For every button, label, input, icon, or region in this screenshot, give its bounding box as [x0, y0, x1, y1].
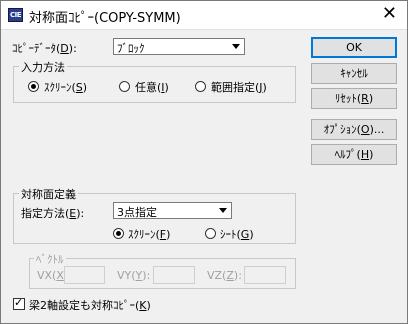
- check-icon: ✓: [14, 296, 24, 309]
- help-button[interactable]: ﾍﾙﾌﾟ(H): [311, 144, 397, 165]
- radio-plane-screen[interactable]: [113, 228, 124, 239]
- symmetry-plane-title: 対称面定義: [19, 186, 78, 202]
- radio-arbitrary-label[interactable]: 任意(I): [135, 79, 169, 95]
- reset-button[interactable]: ﾘｾｯﾄ(R): [311, 88, 397, 109]
- cancel-button[interactable]: ｷｬﾝｾﾙ: [311, 63, 397, 84]
- vx-input[interactable]: [64, 266, 105, 284]
- method-label: 指定方法(E):: [21, 207, 85, 220]
- ok-button[interactable]: OK: [311, 37, 397, 58]
- beam-copy-label[interactable]: 梁2軸設定も対称ｺﾋﾟｰ(K): [29, 297, 151, 313]
- radio-plane-sheet[interactable]: [205, 228, 216, 239]
- vy-input[interactable]: [153, 266, 195, 284]
- copy-data-select[interactable]: ﾌﾞﾛｯｸ: [113, 38, 245, 55]
- vy-label: VY(Y):: [117, 269, 151, 282]
- close-icon[interactable]: ✕: [382, 3, 397, 24]
- radio-arbitrary[interactable]: [119, 81, 130, 92]
- vector-title: ﾍﾞｸﾄﾙ: [34, 251, 66, 267]
- dialog-window: CIE 対称面ｺﾋﾟｰ(COPY-SYMM) ✕ ｺﾋﾟｰﾃﾞｰﾀ(D): ﾌﾞ…: [0, 0, 408, 324]
- chevron-down-icon[interactable]: [228, 39, 244, 54]
- input-method-title: 入力方法: [19, 59, 67, 75]
- chevron-down-icon[interactable]: [215, 203, 231, 218]
- copy-data-value: ﾌﾞﾛｯｸ: [117, 42, 145, 55]
- radio-range-label[interactable]: 範囲指定(J): [211, 79, 267, 95]
- window-title: 対称面ｺﾋﾟｰ(COPY-SYMM): [29, 11, 181, 26]
- method-select[interactable]: 3点指定: [113, 202, 232, 219]
- app-icon: CIE: [8, 8, 23, 22]
- vz-input[interactable]: [244, 266, 286, 284]
- title-bar: CIE 対称面ｺﾋﾟｰ(COPY-SYMM) ✕: [1, 1, 407, 30]
- radio-plane-screen-label[interactable]: ｽｸﾘｰﾝ(F): [128, 226, 170, 242]
- vz-label: VZ(Z):: [207, 269, 242, 282]
- copy-data-label: ｺﾋﾟｰﾃﾞｰﾀ(D):: [12, 42, 77, 55]
- options-button[interactable]: ｵﾌﾟｼｮﾝ(O)...: [311, 119, 397, 140]
- radio-screen-label[interactable]: ｽｸﾘｰﾝ(S): [44, 79, 87, 95]
- radio-screen[interactable]: [28, 81, 39, 92]
- method-value: 3点指定: [117, 206, 157, 219]
- radio-range[interactable]: [195, 81, 206, 92]
- beam-copy-checkbox[interactable]: ✓: [13, 296, 25, 310]
- radio-plane-sheet-label[interactable]: ｼｰﾄ(G): [220, 226, 254, 242]
